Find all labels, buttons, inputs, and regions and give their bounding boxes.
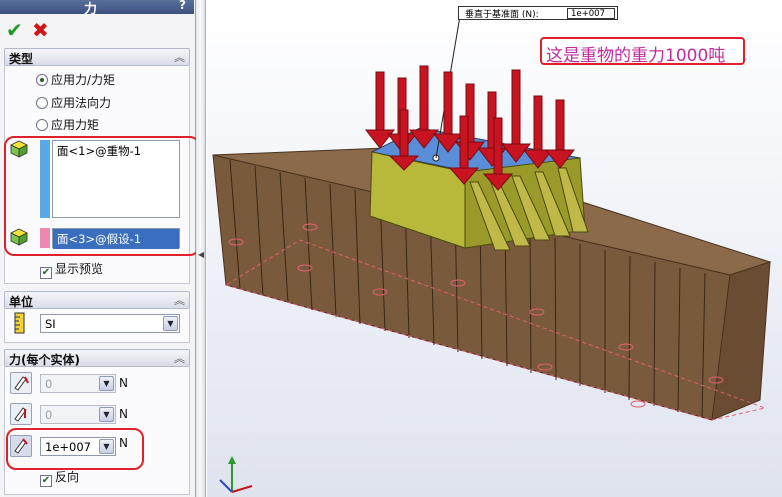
unit-system-select[interactable]: SI ▼ — [40, 314, 180, 333]
collapse-arrow-icon[interactable]: ◀ — [198, 250, 204, 259]
force-y-input[interactable]: 0 ▼ — [40, 405, 116, 424]
radio-normal-force[interactable]: 应用法向力 — [36, 94, 111, 111]
callout-label: 垂直于基准面 (N): — [465, 10, 539, 20]
highlight-frame-selection — [4, 136, 200, 256]
force-direction-icon — [14, 376, 29, 391]
force-y-direction-button[interactable] — [10, 403, 32, 425]
radio-torque[interactable]: 应用力矩 — [36, 116, 99, 133]
checkbox-check-icon[interactable]: ✔ — [40, 267, 52, 279]
check-icon[interactable]: ✔ — [6, 18, 23, 42]
select-value: SI — [45, 317, 56, 331]
force-x-input[interactable]: 0 ▼ — [40, 374, 116, 393]
force-value-callout[interactable]: 垂直于基准面 (N): 1e+007 — [458, 6, 618, 20]
radio-dot-icon[interactable] — [36, 74, 48, 86]
section-header-force[interactable]: 力(每个实体) ︽ — [4, 349, 190, 367]
section-header-type[interactable]: 类型 ︽ — [4, 48, 190, 66]
chevron-down-icon[interactable]: ▼ — [99, 407, 114, 422]
checkbox-label: 显示预览 — [55, 262, 104, 276]
gravity-annotation-note: 这是重物的重力1000吨 — [540, 37, 745, 66]
input-value: 0 — [45, 408, 53, 422]
reverse-direction-checkbox[interactable]: ✔ 反向 — [40, 468, 79, 487]
chevron-down-icon[interactable]: ▼ — [163, 316, 178, 331]
force-direction-icon — [14, 407, 27, 422]
coordinate-triad-icon — [219, 456, 253, 493]
radio-label: 应用力矩 — [51, 118, 100, 132]
collapse-chevron-icon[interactable]: ︽ — [174, 350, 185, 366]
checkbox-label: 反向 — [55, 470, 80, 484]
checkbox-check-icon[interactable]: ✔ — [40, 475, 52, 487]
collapse-chevron-icon[interactable]: ︽ — [174, 292, 185, 308]
radio-dot-icon[interactable] — [36, 119, 48, 131]
model-3d-view[interactable] — [207, 0, 782, 497]
x-icon[interactable]: ✖ — [32, 18, 49, 42]
input-value: 0 — [45, 377, 53, 391]
callout-value[interactable]: 1e+007 — [567, 8, 615, 19]
radio-force-torque[interactable]: 应用力/力矩 — [36, 71, 115, 88]
unit-label: N — [119, 407, 128, 421]
show-preview-checkbox[interactable]: ✔ 显示预览 — [40, 260, 103, 279]
chevron-down-icon[interactable]: ▼ — [99, 376, 114, 391]
force-x-direction-button[interactable] — [10, 372, 32, 394]
highlight-frame-force-value — [6, 428, 144, 470]
radio-label: 应用力/力矩 — [51, 73, 116, 87]
panel-title: 力 — [84, 2, 98, 17]
ok-cancel-bar: ✔ ✖ — [0, 16, 194, 44]
unit-label: N — [119, 376, 128, 390]
radio-dot-icon[interactable] — [36, 97, 48, 109]
annotation-text: 这是重物的重力1000吨 — [546, 46, 726, 66]
help-button[interactable]: ? — [179, 0, 186, 12]
section-title-type: 类型 — [9, 52, 34, 66]
radio-label: 应用法向力 — [51, 96, 112, 110]
property-manager-panel: 力 ? ✔ ✖ 类型 ︽ 应用力/力矩 应用法向力 应用力矩 面<1>@重物-1… — [0, 0, 200, 497]
panel-titlebar: 力 ? — [0, 0, 194, 17]
graphics-viewport[interactable]: 垂直于基准面 (N): 1e+007 这是重物的重力1000吨 — [207, 0, 782, 497]
section-title-unit: 单位 — [9, 295, 34, 309]
ruler-units-icon — [14, 312, 25, 334]
section-title-force: 力(每个实体) — [9, 353, 80, 367]
panel-splitter[interactable]: ◀ — [196, 0, 206, 497]
section-header-unit[interactable]: 单位 ︽ — [4, 291, 190, 309]
collapse-chevron-icon[interactable]: ︽ — [174, 49, 185, 65]
